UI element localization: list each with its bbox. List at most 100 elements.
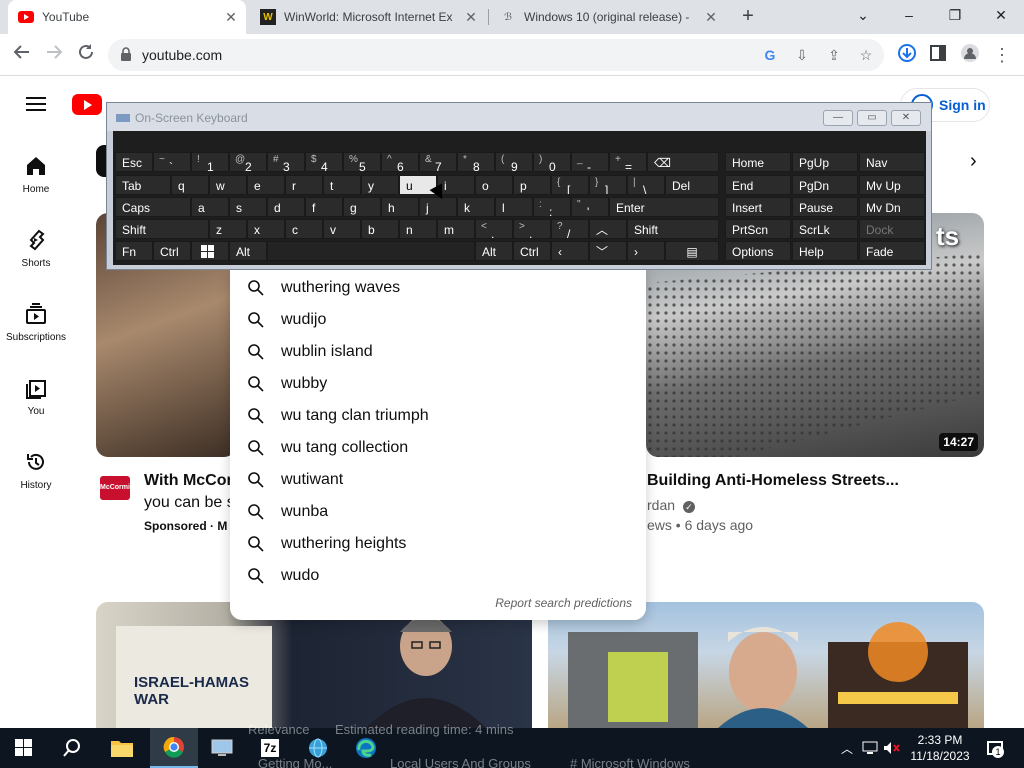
video-title[interactable]: With McCor [144,472,230,490]
key-0[interactable]: ) 0 [533,152,571,172]
key-c[interactable]: c [285,219,323,239]
key-slash[interactable]: ? / [551,219,589,239]
suggestion-item[interactable]: wunba [230,496,646,528]
key-pgdn[interactable]: PgDn [792,175,858,195]
guide-item-subscriptions[interactable]: Subscriptions [0,302,72,343]
action-center-button[interactable]: 1 [980,728,1010,768]
key-esc[interactable]: Esc [115,152,153,172]
key-6[interactable]: ^ 6 [381,152,419,172]
suggestion-item[interactable]: wuthering heights [230,528,646,560]
key-arrow-up[interactable]: ︿ [589,219,627,239]
key-shift-left[interactable]: Shift [115,219,209,239]
key-comma[interactable]: <, [475,219,513,239]
osk-restore-button[interactable]: ▭ [857,110,887,126]
key-arrow-left[interactable]: ‹ [551,241,589,261]
install-app-icon[interactable]: ⇩ [792,45,812,65]
key-shift-right[interactable]: Shift [627,219,719,239]
key-1[interactable]: ! 1 [191,152,229,172]
bookmark-star-icon[interactable]: ☆ [856,45,876,65]
chrome-menu-button[interactable]: ⋮ [990,43,1014,67]
key-f[interactable]: f [305,197,343,217]
suggestion-item[interactable]: wubby [230,368,646,400]
key-t[interactable]: t [323,175,361,195]
taskbar-edge[interactable] [342,728,390,768]
tray-chevron-icon[interactable]: ︿ [838,728,856,768]
new-tab-button[interactable]: + [737,6,759,28]
key-help[interactable]: Help [792,241,858,261]
close-window-button[interactable]: ✕ [978,0,1024,30]
start-button[interactable] [0,728,48,768]
key-home[interactable]: Home [725,152,791,172]
network-icon[interactable] [860,728,880,768]
key-7[interactable]: & 7 [419,152,457,172]
key-mvup[interactable]: Mv Up [859,175,925,195]
taskbar-7zip[interactable]: 7z [246,728,294,768]
osk-close-button[interactable]: ✕ [891,110,921,126]
key-h[interactable]: h [381,197,419,217]
key-arrow-right[interactable]: › [627,241,665,261]
key-4[interactable]: $4 [305,152,343,172]
video-thumbnail[interactable] [548,602,984,728]
key-windows[interactable] [191,241,229,261]
key-equals[interactable]: + = [609,152,647,172]
key-alt-right[interactable]: Alt [475,241,513,261]
key-d[interactable]: d [267,197,305,217]
close-tab-icon[interactable]: ✕ [462,9,480,26]
video-title[interactable]: Building Anti-Homeless Streets... [647,472,987,490]
key-menu[interactable]: ▤ [665,241,719,261]
key-r[interactable]: r [285,175,323,195]
menu-icon[interactable] [26,97,46,111]
back-button[interactable] [10,43,34,67]
tab-youtube[interactable]: YouTube ✕ [8,0,246,34]
close-tab-icon[interactable]: ✕ [222,9,240,26]
key-end[interactable]: End [725,175,791,195]
key-y[interactable]: y [361,175,399,195]
key-backspace[interactable]: ⌫ [647,152,719,172]
key-w[interactable]: w [209,175,247,195]
key-tab[interactable]: Tab [115,175,171,195]
tab-winworld[interactable]: W WinWorld: Microsoft Internet Ex ✕ [250,0,486,34]
taskbar-file-explorer[interactable] [98,728,146,768]
downloads-button[interactable] [895,43,919,67]
osk-minimize-button[interactable]: — [823,110,853,126]
key-scrlk[interactable]: ScrLk [792,219,858,239]
key-pause[interactable]: Pause [792,197,858,217]
suggestion-item[interactable]: wudijo [230,304,646,336]
suggestion-item[interactable]: wu tang clan triumph [230,400,646,432]
guide-item-shorts[interactable]: Shorts [0,228,72,269]
google-lens-icon[interactable]: G [760,45,780,65]
key-3[interactable]: #3 [267,152,305,172]
guide-item-home[interactable]: Home [0,154,72,195]
suggestion-item[interactable]: wudo [230,560,646,592]
key-minus[interactable]: _ - [571,152,609,172]
key-m[interactable]: m [437,219,475,239]
youtube-logo[interactable] [72,94,102,115]
key-caps[interactable]: Caps [115,197,191,217]
key-9[interactable]: (9 [495,152,533,172]
key-s[interactable]: s [229,197,267,217]
volume-muted-icon[interactable] [882,728,902,768]
key-x[interactable]: x [247,219,285,239]
reload-button[interactable] [74,43,98,67]
key-options[interactable]: Options [725,241,791,261]
key-enter[interactable]: Enter [609,197,719,217]
key-o[interactable]: o [475,175,513,195]
key-ctrl-right[interactable]: Ctrl [513,241,551,261]
osk-title-bar[interactable]: On-Screen Keyboard — ▭ ✕ [107,103,931,131]
key-prtscn[interactable]: PrtScn [725,219,791,239]
taskbar-clock[interactable]: 2:33 PM 11/18/2023 [906,732,974,764]
key-8[interactable]: * 8 [457,152,495,172]
key-dock[interactable]: Dock [859,219,925,239]
key-n[interactable]: n [399,219,437,239]
key-fn[interactable]: Fn [115,241,153,261]
key-space[interactable] [267,241,475,261]
close-tab-icon[interactable]: ✕ [702,9,720,26]
suggestion-item[interactable]: wublin island [230,336,646,368]
key-backslash[interactable]: | \ [627,175,665,195]
key-q[interactable]: q [171,175,209,195]
taskbar-search-button[interactable] [48,728,96,768]
key-fade[interactable]: Fade [859,241,925,261]
video-title-line2[interactable]: you can be s [144,494,230,512]
video-thumbnail[interactable]: ISRAEL-HAMAS WAR [96,602,532,728]
tab-windows10[interactable]: ℬ Windows 10 (original release) - ✕ [490,0,726,34]
